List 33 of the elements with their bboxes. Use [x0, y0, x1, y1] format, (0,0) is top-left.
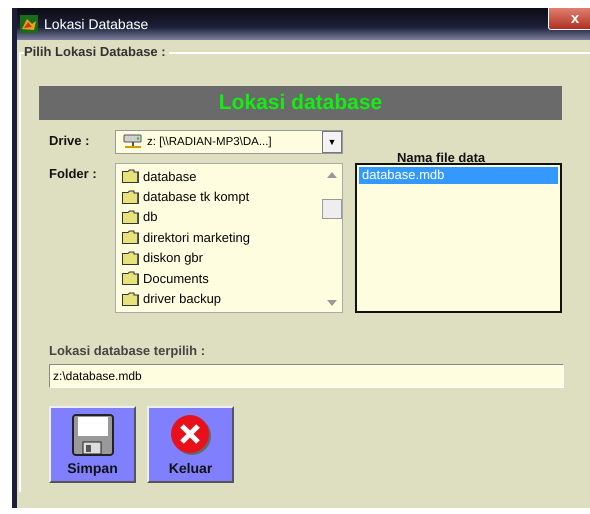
folder-label: Folder :: [49, 165, 98, 183]
scroll-up-icon[interactable]: [327, 172, 337, 178]
folder-icon: [122, 190, 139, 204]
folder-icon: [122, 210, 139, 224]
folder-icon: [122, 230, 139, 244]
drive-dropdown[interactable]: z: [\\RADIAN-MP3\DA...] ▼: [115, 130, 343, 154]
folder-icon: [122, 292, 139, 306]
close-button[interactable]: x: [548, 8, 590, 30]
save-button[interactable]: Simpan: [49, 406, 136, 483]
folder-icon: [122, 250, 139, 265]
folder-item[interactable]: diskon gbr: [122, 248, 322, 268]
scroll-down-icon[interactable]: [327, 300, 337, 306]
folder-item[interactable]: db: [122, 206, 322, 228]
folder-item[interactable]: database tk kompt: [122, 186, 322, 207]
folder-item[interactable]: Documents: [122, 268, 322, 288]
file-list-label: Nama file data: [397, 150, 486, 165]
folder-item[interactable]: direktori marketing: [122, 227, 322, 248]
app-icon: [20, 15, 38, 33]
folder-icon: [122, 169, 139, 184]
network-drive-icon: [122, 134, 144, 150]
group-title: Pilih Lokasi Database :: [24, 44, 169, 59]
window-title: Lokasi Database: [44, 16, 148, 32]
banner: Lokasi database: [39, 86, 562, 120]
path-field[interactable]: z:\database.mdb: [49, 364, 564, 388]
drive-label: Drive :: [49, 132, 90, 148]
exit-button[interactable]: Keluar: [147, 406, 234, 483]
folder-item[interactable]: driver backup: [122, 288, 322, 309]
folder-icon: [122, 271, 139, 286]
dropdown-arrow-button[interactable]: ▼: [322, 131, 342, 153]
scroll-thumb[interactable]: [322, 199, 342, 219]
path-label: Lokasi database terpilih :: [49, 343, 206, 358]
folder-item[interactable]: database: [122, 166, 322, 186]
close-icon: [170, 414, 212, 456]
